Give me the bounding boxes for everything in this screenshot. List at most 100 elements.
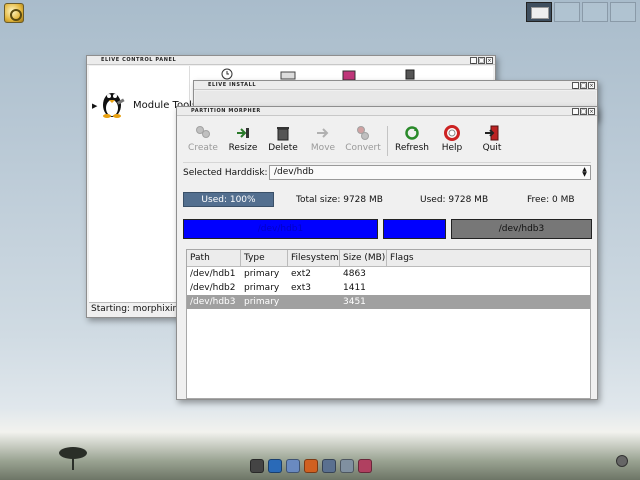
spin-arrows-icon[interactable]: ▲ ▼ [580, 167, 589, 178]
maximize-button[interactable]: □ [580, 82, 587, 89]
maximize-button[interactable]: □ [478, 57, 485, 64]
help-icon [444, 125, 460, 141]
resize-button[interactable]: Resize [223, 122, 263, 160]
harddisk-select[interactable]: /dev/hdb ▲ ▼ [269, 165, 591, 180]
volume-icon[interactable] [616, 455, 628, 467]
free-size: Free: 0 MB [527, 195, 575, 205]
airplane-icon[interactable] [340, 459, 354, 473]
used-percent-bar: Used: 100% [183, 192, 274, 207]
files-icon[interactable] [286, 459, 300, 473]
cell-flags [387, 267, 590, 281]
resize-icon [237, 128, 249, 138]
taskbar [250, 459, 372, 473]
window-title: ELIVE INSTALL [208, 82, 257, 88]
table-row[interactable]: /dev/hdb2 primary ext3 1411 [187, 281, 590, 295]
cell-size: 4863 [343, 269, 366, 279]
firefox-icon[interactable] [304, 459, 318, 473]
refresh-label: Refresh [395, 143, 429, 153]
delete-icon [277, 127, 289, 141]
browser-icon[interactable] [268, 459, 282, 473]
tree-icon [59, 447, 87, 470]
convert-button[interactable]: Convert [343, 122, 383, 160]
desktop-4[interactable] [610, 2, 636, 22]
tools-icon[interactable] [322, 459, 336, 473]
create-icon [196, 126, 210, 138]
harddisk-value: /dev/hdb [274, 167, 314, 177]
close-button[interactable]: × [588, 82, 595, 89]
minimize-button[interactable]: _ [470, 57, 477, 64]
status-bar: Starting: morphixinst [89, 302, 189, 315]
col-filesystem[interactable]: Filesystem [288, 250, 340, 266]
quit-label: Quit [482, 143, 502, 153]
terminal-icon[interactable] [250, 459, 264, 473]
partition-block-hdb1[interactable]: /dev/hdb1 [183, 219, 378, 239]
tux-icon [103, 93, 125, 118]
desktop-2[interactable] [554, 2, 580, 22]
close-button[interactable]: × [588, 108, 595, 115]
resize-label: Resize [228, 143, 258, 153]
partition-block-hdb3[interactable]: /dev/hdb3 [451, 219, 592, 239]
minimize-button[interactable]: _ [572, 82, 579, 89]
minimize-button[interactable]: _ [572, 108, 579, 115]
cell-fs: ext2 [291, 269, 311, 279]
move-icon [317, 128, 329, 138]
cell-path: /dev/hdb1 [190, 269, 236, 279]
quit-icon [485, 125, 499, 141]
partition-morpher-titlebar[interactable]: PARTITION MORPHER _ □ × [177, 107, 597, 116]
table-row[interactable]: /dev/hdb1 primary ext2 4863 [187, 267, 590, 281]
expand-arrow-icon[interactable]: ▶ [92, 102, 97, 110]
convert-icon [357, 126, 369, 140]
convert-label: Convert [345, 143, 381, 153]
cell-fs [288, 295, 340, 309]
help-button[interactable]: Help [432, 122, 472, 160]
cell-size: 3451 [343, 297, 366, 307]
refresh-icon [405, 126, 419, 140]
cell-type: primary [244, 269, 280, 279]
table-row-selected[interactable]: /dev/hdb3 primary 3451 [187, 295, 590, 309]
cell-size: 1411 [343, 283, 366, 293]
window-title: PARTITION MORPHER [191, 108, 261, 114]
partition-table: Path Type Filesystem Size (MB) Flags /de… [186, 249, 591, 399]
col-path[interactable]: Path [187, 250, 241, 266]
delete-button[interactable]: Delete [263, 122, 303, 160]
desktop-3[interactable] [582, 2, 608, 22]
partition-block-hdb2[interactable]: /dev/hdb2 [383, 219, 446, 239]
table-header: Path Type Filesystem Size (MB) Flags [187, 250, 590, 267]
cell-fs: ext3 [291, 283, 311, 293]
cell-path: /dev/hdb3 [190, 297, 236, 307]
partition-bar: /dev/hdb1 /dev/hdb2 /dev/hdb3 [183, 219, 592, 239]
create-label: Create [188, 143, 218, 153]
move-label: Move [310, 143, 336, 153]
col-size[interactable]: Size (MB) [340, 250, 387, 266]
window-title: ELIVE CONTROL PANEL [101, 57, 177, 63]
printer-icon[interactable] [280, 68, 296, 80]
cell-type: primary [244, 297, 280, 307]
cell-flags [387, 281, 590, 295]
delete-label: Delete [268, 143, 298, 153]
harddisk-label: Selected Harddisk: [183, 167, 268, 178]
create-button[interactable]: Create [183, 122, 223, 160]
col-flags[interactable]: Flags [387, 250, 590, 266]
used-size: Used: 9728 MB [420, 195, 489, 205]
total-size: Total size: 9728 MB [296, 195, 383, 205]
col-type[interactable]: Type [241, 250, 288, 266]
hardware-icon[interactable] [403, 68, 417, 80]
cell-flags [387, 295, 590, 309]
quit-button[interactable]: Quit [472, 122, 512, 160]
control-panel-titlebar[interactable]: ELIVE CONTROL PANEL _ □ × [87, 56, 495, 65]
refresh-button[interactable]: Refresh [392, 122, 432, 160]
desktop-1[interactable] [526, 2, 552, 22]
move-button[interactable]: Move [303, 122, 343, 160]
help-label: Help [441, 143, 463, 153]
elive-menu-icon[interactable] [4, 3, 24, 23]
disk-stats: Used: 100% Total size: 9728 MB Used: 972… [183, 192, 591, 208]
cell-path: /dev/hdb2 [190, 283, 236, 293]
partition-morpher-window: PARTITION MORPHER _ □ × Create Resize Dele… [176, 106, 598, 400]
maximize-button[interactable]: □ [580, 108, 587, 115]
harddisk-row: Selected Harddisk: /dev/hdb ▲ ▼ [183, 162, 591, 180]
clock-icon[interactable] [220, 68, 234, 80]
close-button[interactable]: × [486, 57, 493, 64]
install-titlebar[interactable]: ELIVE INSTALL _ □ × [194, 81, 597, 90]
desktop-pager [526, 2, 636, 22]
settings-icon[interactable] [358, 459, 372, 473]
